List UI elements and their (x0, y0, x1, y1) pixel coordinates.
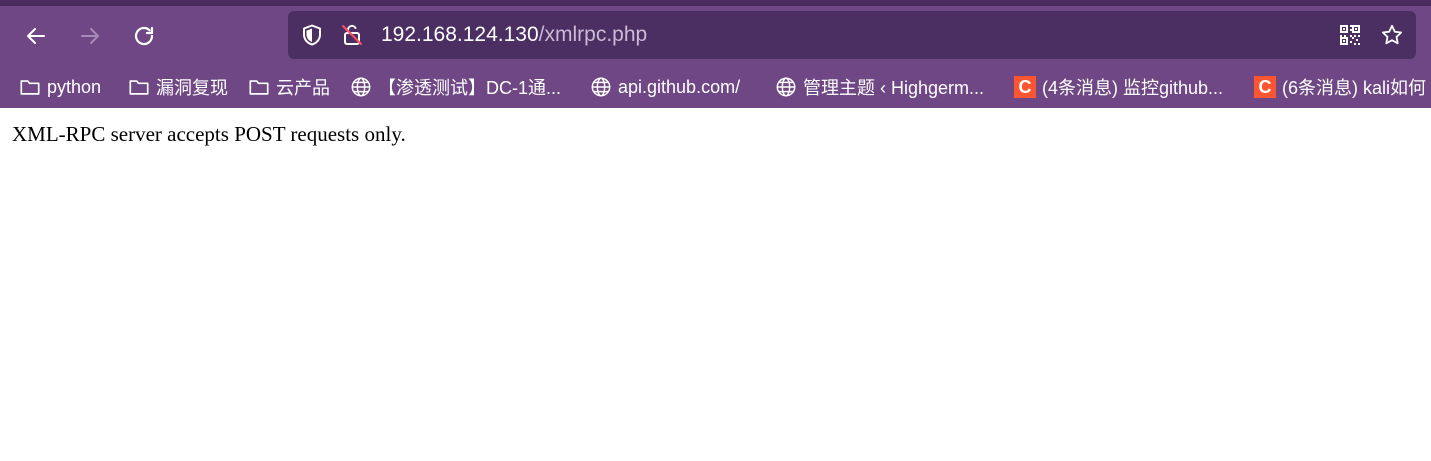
folder-icon (129, 80, 149, 95)
reload-icon (134, 26, 154, 46)
bookmark-label: (4条消息) 监控github... (1042, 78, 1224, 98)
star-icon[interactable] (1380, 23, 1404, 47)
bookmark-label: 【渗透测试】DC-1通... (378, 78, 562, 98)
bookmark-label: 漏洞复现 (156, 78, 228, 98)
bookmark-label: (6条消息) kali如何 (1282, 78, 1427, 98)
bookmark-folder-cloud-products[interactable]: 云产品 (248, 73, 330, 101)
browser-chrome: 192.168.124.130/xmlrpc.php python 漏洞复现 云… (0, 0, 1431, 108)
url-path: /xmlrpc.php (538, 23, 648, 46)
arrow-left-icon (27, 28, 45, 44)
reload-button[interactable] (126, 18, 162, 54)
bookmark-label: 管理主题 ‹ Highgerm... (803, 78, 985, 98)
forward-button[interactable] (72, 18, 108, 54)
globe-icon (776, 77, 796, 97)
bookmarks-bar: python 漏洞复现 云产品 【渗透测试】DC-1通... api.githu… (0, 66, 1431, 108)
bookmark-label: python (47, 76, 102, 97)
url-text[interactable]: 192.168.124.130/xmlrpc.php (381, 11, 647, 59)
bookmark-github-api[interactable]: api.github.com/ (590, 73, 740, 101)
insecure-lock-icon[interactable] (340, 23, 364, 47)
shield-icon[interactable] (300, 23, 324, 47)
address-bar[interactable]: 192.168.124.130/xmlrpc.php (288, 11, 1416, 59)
csdn-icon: C (1254, 76, 1276, 98)
bookmark-label: 云产品 (276, 78, 330, 98)
arrow-right-icon (81, 28, 99, 44)
url-host: 192.168.124.130 (381, 23, 539, 46)
bookmark-manage-themes[interactable]: 管理主题 ‹ Highgerm... (775, 73, 984, 101)
navigation-bar: 192.168.124.130/xmlrpc.php (0, 6, 1431, 66)
bookmark-label: api.github.com/ (618, 76, 741, 97)
bookmark-csdn-monitor-github[interactable]: C (4条消息) 监控github... (1014, 73, 1223, 101)
bookmark-folder-vuln-repro[interactable]: 漏洞复现 (128, 73, 228, 101)
globe-icon (351, 77, 371, 97)
qr-code-icon[interactable] (1338, 23, 1362, 47)
bookmark-folder-python[interactable]: python (19, 73, 101, 101)
csdn-icon: C (1014, 76, 1036, 98)
bookmark-csdn-kali[interactable]: C (6条消息) kali如何 (1254, 73, 1426, 101)
globe-icon (591, 77, 611, 97)
folder-icon (20, 80, 40, 95)
page-message: XML-RPC server accepts POST requests onl… (12, 122, 406, 146)
back-button[interactable] (18, 18, 54, 54)
folder-icon (249, 80, 269, 95)
bookmark-dc1-pentest[interactable]: 【渗透测试】DC-1通... (350, 73, 561, 101)
